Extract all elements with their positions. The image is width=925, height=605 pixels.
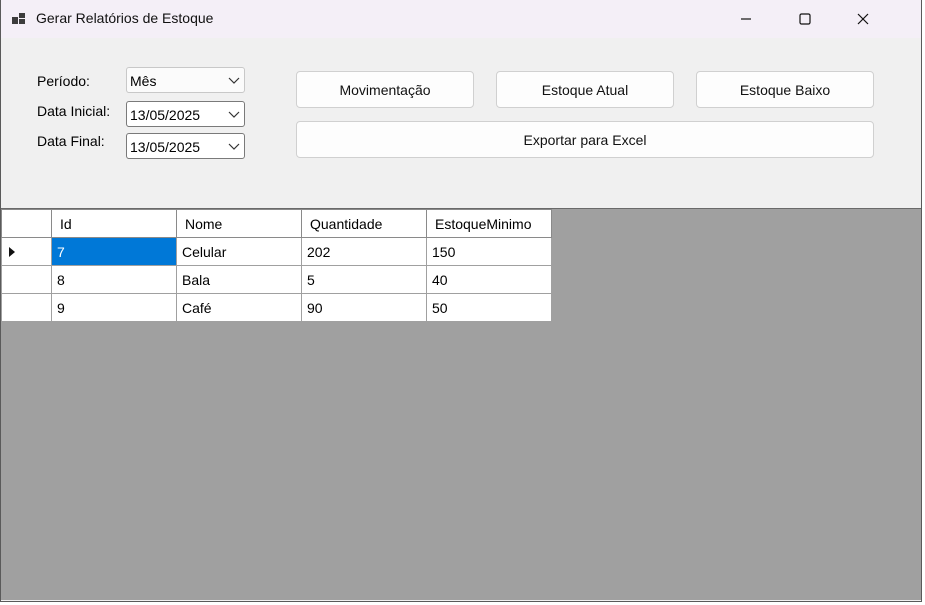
periodo-label: Período: (37, 73, 90, 89)
data-inicial-label: Data Inicial: (37, 103, 111, 119)
grid-cell[interactable]: 50 (426, 293, 552, 322)
grid-cell[interactable]: 7 (51, 237, 177, 266)
data-inicial-picker[interactable]: 13/05/2025 (126, 101, 245, 127)
movimentacao-button[interactable]: Movimentação (296, 71, 474, 108)
data-inicial-value: 13/05/2025 (130, 107, 201, 123)
periodo-select[interactable]: Mês (126, 67, 245, 93)
grid-cell[interactable]: 9 (51, 293, 177, 322)
column-header-id[interactable]: Id (51, 209, 177, 238)
row-header[interactable] (1, 293, 52, 322)
table-row[interactable]: 8 Bala 5 40 (1, 265, 552, 294)
chevron-down-icon (228, 143, 240, 150)
column-header-estoqueminimo[interactable]: EstoqueMinimo (426, 209, 552, 238)
minimize-button[interactable] (717, 0, 775, 38)
data-final-value: 13/05/2025 (130, 139, 201, 155)
grid-cell[interactable]: 150 (426, 237, 552, 266)
row-header[interactable] (1, 265, 52, 294)
report-window: Gerar Relatórios de Estoque Período: Dat… (0, 0, 922, 602)
estoque-atual-button[interactable]: Estoque Atual (496, 71, 674, 108)
minimize-icon (741, 18, 751, 20)
grid-cell[interactable]: Celular (176, 237, 302, 266)
grid-cell[interactable]: 5 (301, 265, 427, 294)
column-header-nome[interactable]: Nome (176, 209, 302, 238)
data-grid[interactable]: Id Nome Quantidade EstoqueMinimo 7 Celul… (1, 208, 921, 600)
periodo-value: Mês (130, 73, 157, 89)
close-icon (857, 13, 869, 25)
close-button[interactable] (834, 0, 892, 38)
table-row[interactable]: 9 Café 90 50 (1, 293, 552, 322)
grid-cell[interactable]: Bala (176, 265, 302, 294)
app-window-icon (12, 13, 25, 24)
data-final-picker[interactable]: 13/05/2025 (126, 133, 245, 159)
exportar-excel-button[interactable]: Exportar para Excel (296, 121, 874, 158)
grid-cell[interactable]: 202 (301, 237, 427, 266)
grid-corner-header[interactable] (1, 209, 52, 238)
row-header[interactable] (1, 237, 52, 266)
chevron-down-icon (228, 77, 240, 84)
data-final-label: Data Final: (37, 133, 105, 149)
title-bar[interactable]: Gerar Relatórios de Estoque (1, 0, 921, 38)
window-title: Gerar Relatórios de Estoque (36, 10, 214, 26)
estoque-baixo-button[interactable]: Estoque Baixo (696, 71, 874, 108)
grid-cell[interactable]: 40 (426, 265, 552, 294)
maximize-icon (799, 13, 811, 25)
table-row[interactable]: 7 Celular 202 150 (1, 237, 552, 266)
grid-header-row: Id Nome Quantidade EstoqueMinimo (1, 209, 552, 238)
grid-cell[interactable]: 8 (51, 265, 177, 294)
current-row-arrow-icon (9, 247, 15, 257)
column-header-quantidade[interactable]: Quantidade (301, 209, 427, 238)
chevron-down-icon (228, 111, 240, 118)
grid-cell[interactable]: Café (176, 293, 302, 322)
data-grid-table: Id Nome Quantidade EstoqueMinimo 7 Celul… (1, 209, 552, 322)
grid-cell[interactable]: 90 (301, 293, 427, 322)
maximize-button[interactable] (776, 0, 834, 38)
